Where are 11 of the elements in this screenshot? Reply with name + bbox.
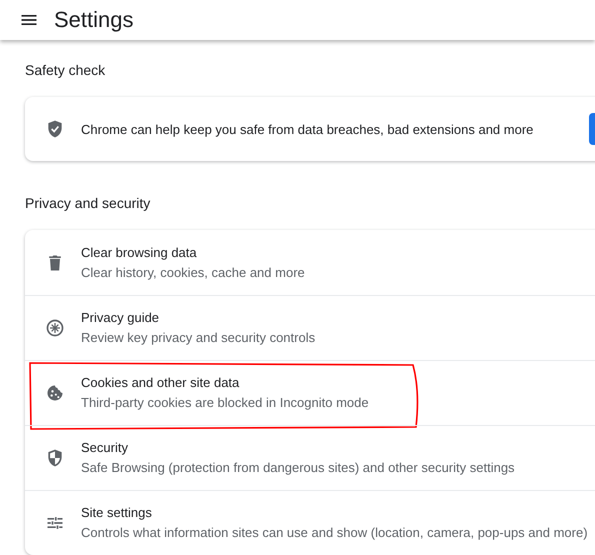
cookie-icon (45, 383, 65, 403)
settings-row[interactable]: Site settings Controls what information sites can use and show (location, camera, pop-ups and more) (25, 490, 595, 555)
section-heading: Safety check (25, 62, 106, 79)
safety-description: Chrome can help keep you safe from data breaches, bad extensions and more (81, 122, 534, 136)
page-title: Settings (54, 7, 134, 33)
settings-row[interactable]: Cookies and other site data Third-party cookies are blocked in Incognito mode (25, 360, 595, 425)
compass-icon (45, 318, 65, 338)
section-heading: Privacy and security (25, 195, 152, 212)
settings-row[interactable]: Privacy guide Review key privacy and security controls (25, 295, 595, 360)
settings-row[interactable]: Security Safe Browsing (protection from dangerous sites) and other security settings (25, 425, 595, 490)
settings-row[interactable]: Clear browsing data Clear history, cookies, cache and more (25, 230, 595, 295)
